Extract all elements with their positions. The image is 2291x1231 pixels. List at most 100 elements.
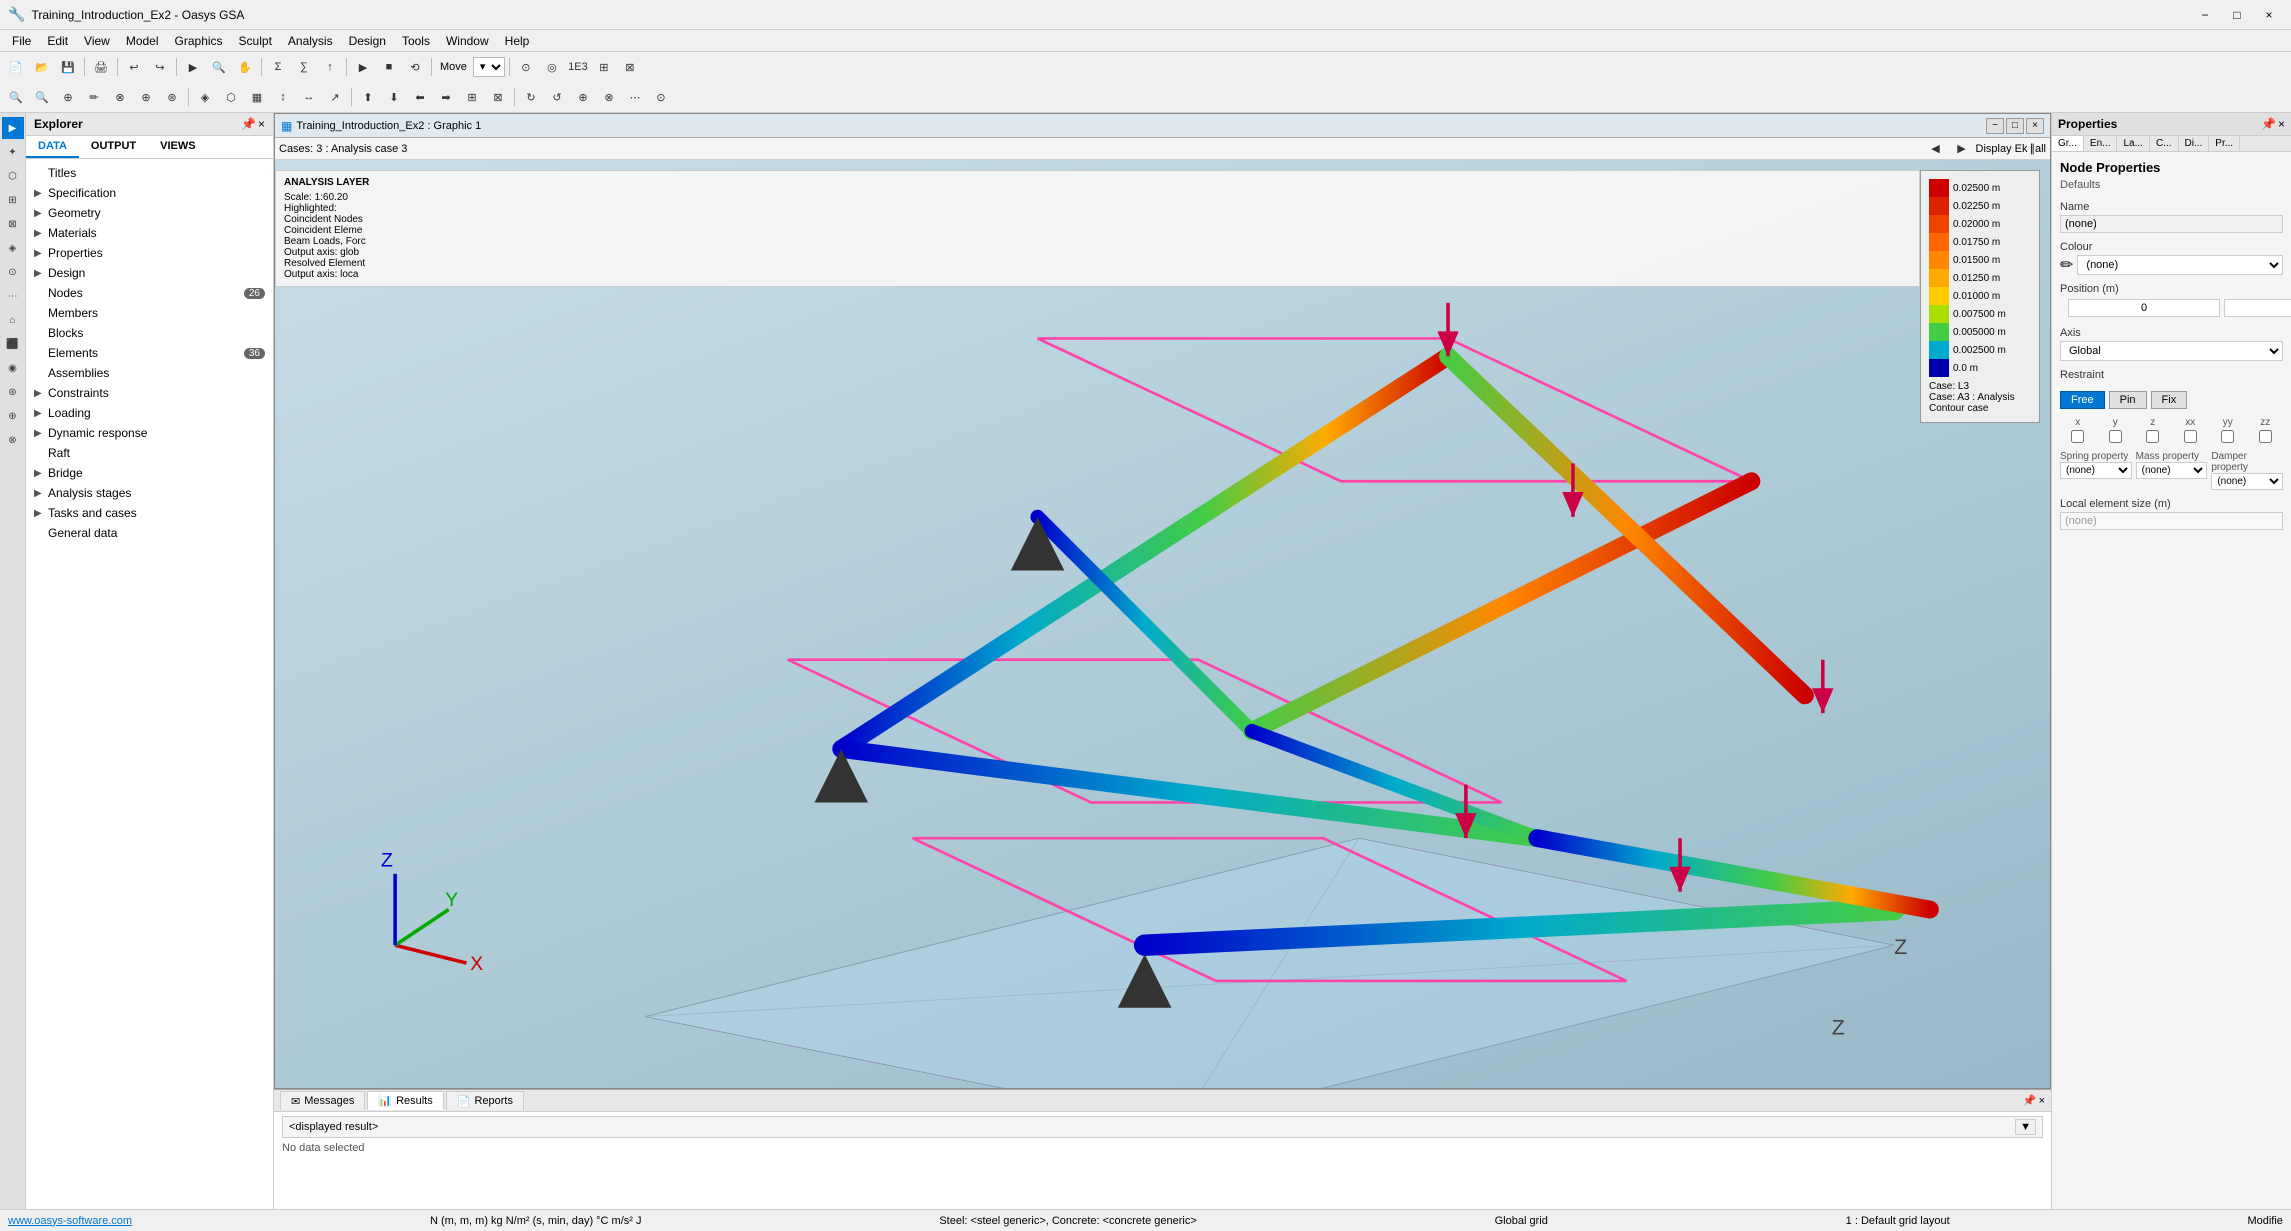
tb-extra2[interactable]: ◎ bbox=[540, 56, 564, 78]
graphic-viewport[interactable]: X Y Z Z Z A ANALYSIS LAYER Scale: 1:6 bbox=[275, 160, 2050, 1088]
sidebar-icon-14[interactable]: ⊗ bbox=[2, 429, 24, 451]
tree-bridge[interactable]: ▶ Bridge bbox=[26, 463, 273, 483]
tree-loading[interactable]: ▶ Loading bbox=[26, 403, 273, 423]
dof-y-checkbox[interactable] bbox=[2109, 430, 2122, 443]
props-tab-di[interactable]: Di... bbox=[2179, 136, 2210, 151]
dof-check-xx[interactable] bbox=[2173, 430, 2209, 443]
print-button[interactable]: 🖨 bbox=[89, 56, 113, 78]
props-tab-gr[interactable]: Gr... bbox=[2052, 136, 2084, 151]
results-tab-results[interactable]: 📊 Results bbox=[367, 1091, 443, 1110]
graphic-min-button[interactable]: − bbox=[1986, 118, 2004, 134]
sidebar-icon-4[interactable]: ⊞ bbox=[2, 189, 24, 211]
props-name-input[interactable] bbox=[2060, 215, 2283, 233]
sidebar-icon-12[interactable]: ⊛ bbox=[2, 381, 24, 403]
sidebar-icon-1[interactable]: ▶ bbox=[2, 117, 24, 139]
props-tab-la[interactable]: La... bbox=[2117, 136, 2149, 151]
tb2-b3[interactable]: ⊕ bbox=[56, 86, 80, 108]
menu-graphics[interactable]: Graphics bbox=[167, 32, 231, 50]
pan-button[interactable]: ✋ bbox=[233, 56, 257, 78]
reset-button[interactable]: ⟲ bbox=[403, 56, 427, 78]
menu-sculpt[interactable]: Sculpt bbox=[231, 32, 280, 50]
props-tab-en[interactable]: En... bbox=[2084, 136, 2118, 151]
sidebar-icon-7[interactable]: ⊙ bbox=[2, 261, 24, 283]
minimize-button[interactable]: − bbox=[2191, 5, 2219, 25]
tb2-b17[interactable]: ➡ bbox=[434, 86, 458, 108]
tree-nodes[interactable]: Nodes 26 bbox=[26, 283, 273, 303]
max-button[interactable]: ↑ bbox=[318, 56, 342, 78]
menu-tools[interactable]: Tools bbox=[394, 32, 438, 50]
stop-button[interactable]: ■ bbox=[377, 56, 401, 78]
sidebar-icon-11[interactable]: ◉ bbox=[2, 357, 24, 379]
tb2-b1[interactable]: 🔍 bbox=[4, 86, 28, 108]
menu-analysis[interactable]: Analysis bbox=[280, 32, 341, 50]
props-tab-pr[interactable]: Pr... bbox=[2209, 136, 2240, 151]
maximize-button[interactable]: □ bbox=[2223, 5, 2251, 25]
menu-file[interactable]: File bbox=[4, 32, 39, 50]
tb-extra4[interactable]: ⊞ bbox=[592, 56, 616, 78]
dof-check-y[interactable] bbox=[2098, 430, 2134, 443]
move-dropdown[interactable]: ▾ bbox=[473, 57, 505, 77]
tb2-b12[interactable]: ↔ bbox=[297, 86, 321, 108]
sidebar-icon-9[interactable]: ⌂ bbox=[2, 309, 24, 331]
dof-z-checkbox[interactable] bbox=[2146, 430, 2159, 443]
explorer-close-button[interactable]: × bbox=[258, 117, 265, 131]
menu-model[interactable]: Model bbox=[118, 32, 167, 50]
restraint-pin-button[interactable]: Pin bbox=[2109, 391, 2147, 409]
menu-design[interactable]: Design bbox=[341, 32, 394, 50]
tb2-b2[interactable]: 🔍 bbox=[30, 86, 54, 108]
tree-constraints[interactable]: ▶ Constraints bbox=[26, 383, 273, 403]
results-tab-messages[interactable]: ✉ Messages bbox=[280, 1091, 365, 1110]
menu-window[interactable]: Window bbox=[438, 32, 497, 50]
dof-yy-checkbox[interactable] bbox=[2221, 430, 2234, 443]
tree-blocks[interactable]: Blocks bbox=[26, 323, 273, 343]
tree-dynamic-response[interactable]: ▶ Dynamic response bbox=[26, 423, 273, 443]
save-button[interactable]: 💾 bbox=[56, 56, 80, 78]
props-axis-select[interactable]: Global bbox=[2060, 341, 2283, 361]
menu-help[interactable]: Help bbox=[497, 32, 538, 50]
select-button[interactable]: ▶ bbox=[181, 56, 205, 78]
open-button[interactable]: 📂 bbox=[30, 56, 54, 78]
stats-button[interactable]: ∑ bbox=[292, 56, 316, 78]
graphic-tb-1[interactable]: ◀ bbox=[1924, 138, 1948, 160]
sidebar-icon-3[interactable]: ⬡ bbox=[2, 165, 24, 187]
dof-check-x[interactable] bbox=[2060, 430, 2096, 443]
close-button[interactable]: × bbox=[2255, 5, 2283, 25]
sidebar-icon-5[interactable]: ⊠ bbox=[2, 213, 24, 235]
sum-button[interactable]: Σ bbox=[266, 56, 290, 78]
tab-views[interactable]: VIEWS bbox=[148, 136, 207, 158]
tree-general-data[interactable]: General data bbox=[26, 523, 273, 543]
tree-analysis-stages[interactable]: ▶ Analysis stages bbox=[26, 483, 273, 503]
graphic-max-button[interactable]: □ bbox=[2006, 118, 2024, 134]
tb2-b16[interactable]: ⬅ bbox=[408, 86, 432, 108]
tree-design[interactable]: ▶ Design bbox=[26, 263, 273, 283]
spring-select[interactable]: (none) bbox=[2060, 462, 2132, 479]
props-colour-select[interactable]: (none) bbox=[2077, 255, 2283, 275]
tab-data[interactable]: DATA bbox=[26, 136, 79, 158]
tb2-b14[interactable]: ⬆ bbox=[356, 86, 380, 108]
tb2-b22[interactable]: ⊕ bbox=[571, 86, 595, 108]
tb2-b5[interactable]: ⊗ bbox=[108, 86, 132, 108]
dof-check-yy[interactable] bbox=[2210, 430, 2246, 443]
run-button[interactable]: ▶ bbox=[351, 56, 375, 78]
status-website[interactable]: www.oasys-software.com bbox=[8, 1215, 132, 1227]
tb2-b21[interactable]: ↺ bbox=[545, 86, 569, 108]
sidebar-icon-2[interactable]: ✦ bbox=[2, 141, 24, 163]
props-pin-button[interactable]: 📌 bbox=[2261, 117, 2276, 131]
tree-tasks-cases[interactable]: ▶ Tasks and cases bbox=[26, 503, 273, 523]
tb2-b7[interactable]: ⊛ bbox=[160, 86, 184, 108]
tb2-b20[interactable]: ↻ bbox=[519, 86, 543, 108]
redo-button[interactable]: ↪ bbox=[148, 56, 172, 78]
tb-extra1[interactable]: ⊙ bbox=[514, 56, 538, 78]
graphic-close-button[interactable]: × bbox=[2026, 118, 2044, 134]
undo-button[interactable]: ↩ bbox=[122, 56, 146, 78]
dof-check-zz[interactable] bbox=[2248, 430, 2284, 443]
tb-extra5[interactable]: ⊠ bbox=[618, 56, 642, 78]
tb2-b11[interactable]: ↕ bbox=[271, 86, 295, 108]
damper-select[interactable]: (none) bbox=[2211, 473, 2283, 490]
explorer-pin-button[interactable]: 📌 bbox=[241, 117, 256, 131]
tree-assemblies[interactable]: Assemblies bbox=[26, 363, 273, 383]
tb2-b13[interactable]: ↗ bbox=[323, 86, 347, 108]
mass-select[interactable]: (none) bbox=[2136, 462, 2208, 479]
menu-edit[interactable]: Edit bbox=[39, 32, 76, 50]
dof-x-checkbox[interactable] bbox=[2071, 430, 2084, 443]
